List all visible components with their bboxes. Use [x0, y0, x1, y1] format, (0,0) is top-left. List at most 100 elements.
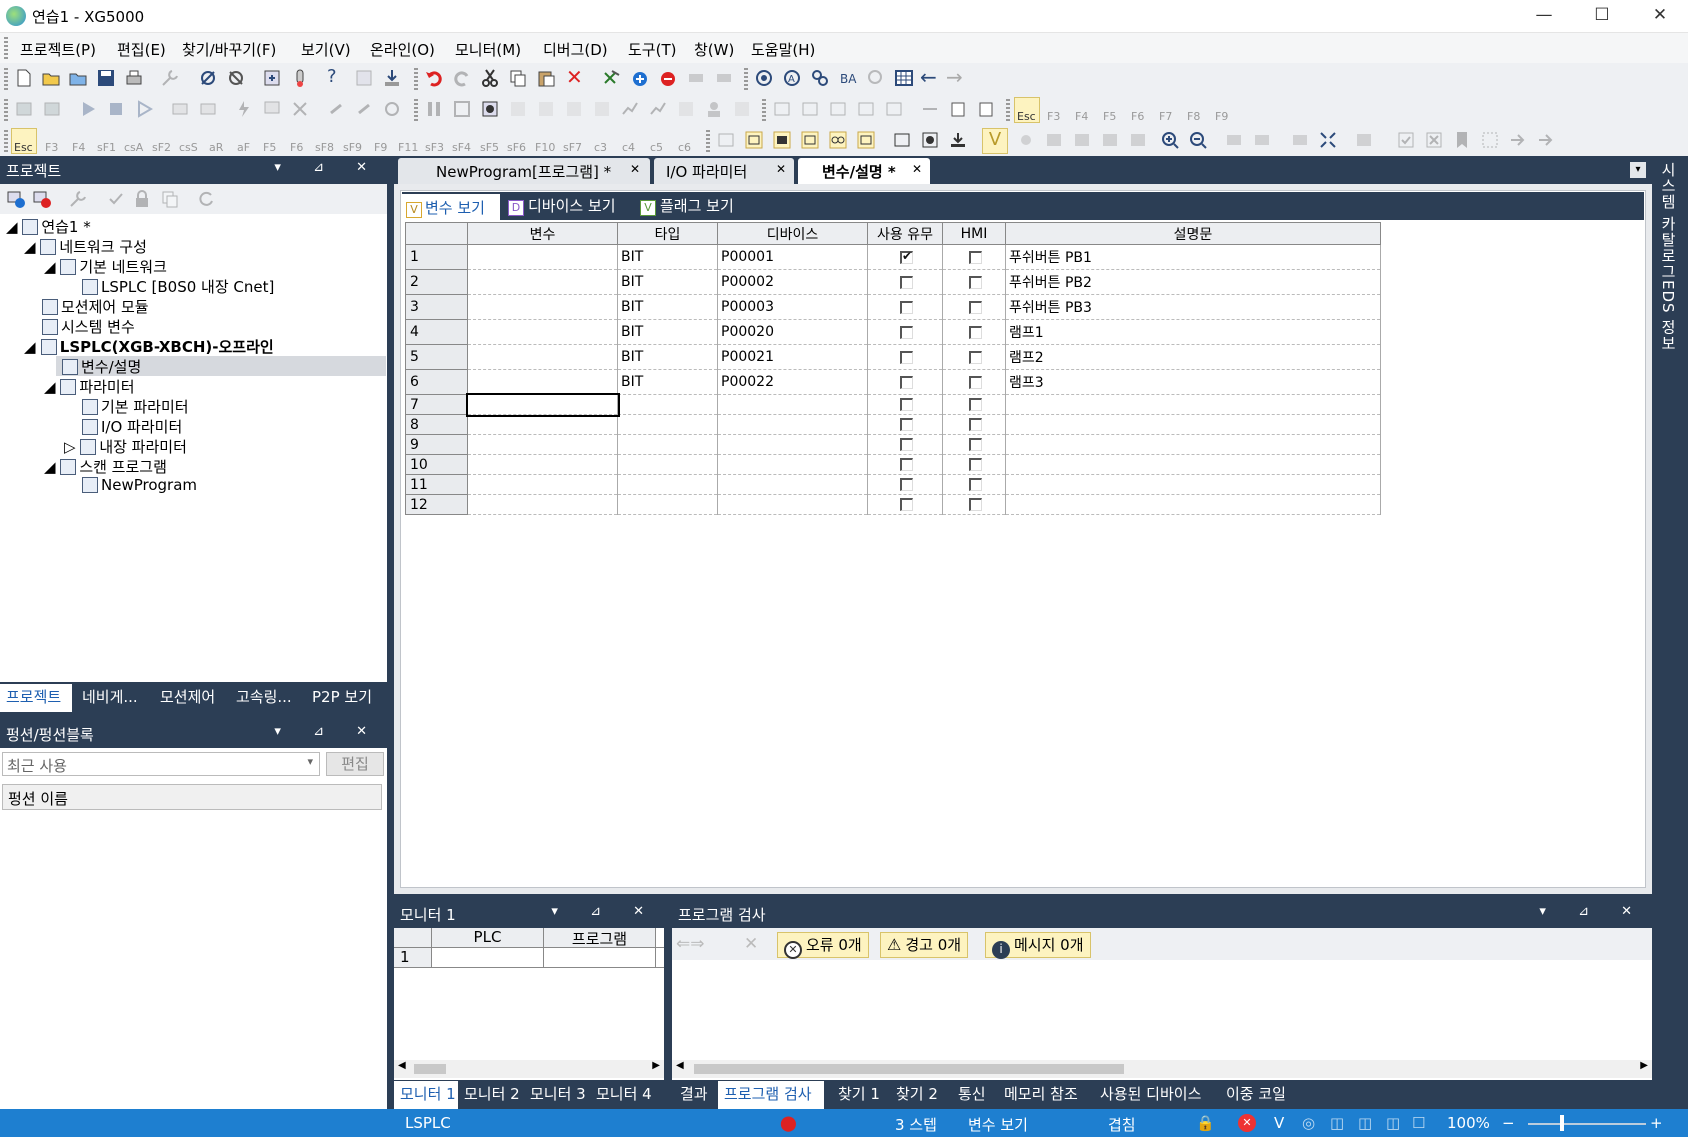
table-row[interactable]: 10	[405, 454, 1381, 475]
variable-cell[interactable]	[467, 294, 618, 320]
variable-cell[interactable]	[467, 474, 618, 495]
tab-find-1[interactable]: 찾기 1	[838, 1081, 880, 1109]
esc-key-button[interactable]: Esc	[11, 128, 37, 154]
type-cell[interactable]	[617, 414, 718, 435]
used-cell[interactable]	[867, 394, 943, 415]
variable-cell[interactable]	[467, 244, 618, 270]
ladder-tool-icon[interactable]	[948, 99, 968, 119]
bookmark-icon[interactable]	[1452, 130, 1472, 150]
plc-icon[interactable]	[170, 99, 190, 119]
cut-icon[interactable]	[480, 68, 500, 88]
table-row[interactable]: 1 BITP00001 푸쉬버튼 PB1	[405, 244, 1381, 270]
used-cell[interactable]	[867, 294, 943, 320]
description-cell[interactable]	[1005, 454, 1381, 475]
paste-icon[interactable]	[536, 68, 556, 88]
function-combo[interactable]: 최근 사용 ▾	[2, 752, 320, 776]
view-tool-icon[interactable]	[1016, 130, 1036, 150]
menu-help[interactable]: 도움말(H)	[751, 39, 815, 60]
tab-highspeed[interactable]: 고속링...	[236, 684, 292, 712]
tab-list-dropdown[interactable]: ▾	[1630, 162, 1646, 178]
device-cell[interactable]: P00020	[717, 319, 868, 345]
tab-monitor-1[interactable]: 모니터 1	[394, 1081, 458, 1109]
uncheck-icon[interactable]	[1424, 130, 1444, 150]
zoom-in-button[interactable]: +	[1650, 1114, 1663, 1132]
menu-debug[interactable]: 디버그(D)	[543, 39, 608, 60]
panel-controls[interactable]: ▾ ⊿ ✕	[551, 904, 658, 919]
used-checkbox[interactable]	[900, 375, 913, 389]
tab-double-coil[interactable]: 이중 코일	[1226, 1081, 1286, 1109]
monitor-settings-icon[interactable]	[480, 99, 500, 119]
grid-icon[interactable]	[894, 68, 914, 88]
tab-memory-reference[interactable]: 메모리 참조	[1004, 1081, 1078, 1109]
panel-controls[interactable]: ▾ ⊿ ✕	[274, 160, 381, 175]
description-cell[interactable]: 푸쉬버튼 PB2	[1005, 269, 1381, 295]
hmi-cell[interactable]	[942, 414, 1006, 435]
device-cell[interactable]	[717, 454, 868, 475]
check-icon[interactable]	[1396, 130, 1416, 150]
zoom-icon[interactable]	[866, 68, 886, 88]
panel-controls[interactable]: ▾ ⊿ ✕	[274, 724, 381, 739]
check-icon[interactable]	[106, 189, 126, 209]
fkey-button[interactable]: F4	[72, 141, 85, 154]
minimize-button[interactable]: —	[1516, 0, 1572, 32]
open-project-icon[interactable]	[68, 68, 88, 88]
close-tab-icon[interactable]: ✕	[630, 162, 640, 176]
description-cell[interactable]: 램프2	[1005, 344, 1381, 370]
redo-icon[interactable]	[452, 68, 472, 88]
description-cell[interactable]: 램프1	[1005, 319, 1381, 345]
online-icon[interactable]	[14, 99, 34, 119]
view-tool-icon[interactable]	[1290, 130, 1310, 150]
hmi-checkbox[interactable]	[969, 300, 982, 314]
menu-project[interactable]: 프로젝트(P)	[20, 39, 96, 60]
tree-builtin-param[interactable]: ▷ 내장 파라미터	[64, 436, 187, 457]
tab-monitor-4[interactable]: 모니터 4	[596, 1081, 652, 1109]
device-cell[interactable]: P00001	[717, 244, 868, 270]
save-icon[interactable]	[96, 68, 116, 88]
variable-cell[interactable]	[467, 369, 618, 395]
tab-program-check[interactable]: 프로그램 검사	[718, 1081, 824, 1109]
toolbar-grip[interactable]	[744, 68, 748, 90]
description-cell[interactable]	[1005, 394, 1381, 415]
description-cell[interactable]: 램프3	[1005, 369, 1381, 395]
fkey-button[interactable]: csA	[124, 141, 143, 154]
type-cell[interactable]: BIT	[617, 269, 718, 295]
compile-icon[interactable]	[754, 68, 774, 88]
hmi-checkbox[interactable]	[969, 250, 982, 264]
monitor-tool-icon[interactable]	[508, 99, 528, 119]
type-cell[interactable]: BIT	[617, 344, 718, 370]
view-tool-icon[interactable]	[828, 130, 848, 150]
fkey-button[interactable]: sF8	[315, 141, 334, 154]
toolbar-grip[interactable]	[414, 99, 418, 121]
type-cell[interactable]	[617, 434, 718, 455]
monitor-tool-icon[interactable]	[676, 99, 696, 119]
zoom-out-button[interactable]: −	[1502, 1114, 1515, 1132]
toolbar-grip[interactable]	[4, 99, 8, 121]
description-cell[interactable]	[1005, 414, 1381, 435]
menu-window[interactable]: 창(W)	[694, 39, 734, 60]
table-row[interactable]: 7	[405, 392, 1381, 417]
tree-plc[interactable]: ◢ LSPLC(XGB-XBCH)-오프라인	[24, 336, 274, 357]
column-header-variable[interactable]: 변수	[467, 222, 618, 245]
variable-cell[interactable]	[467, 269, 618, 295]
hmi-cell[interactable]	[942, 474, 1006, 495]
f4-key-button[interactable]: F4	[1075, 110, 1088, 123]
f7-key-button[interactable]: F7	[1159, 110, 1172, 123]
status-tool-icon[interactable]: ◎	[1302, 1114, 1315, 1132]
fkey-button[interactable]: F3	[45, 141, 58, 154]
tab-p2p[interactable]: P2P 보기	[312, 684, 372, 712]
tab-find-2[interactable]: 찾기 2	[896, 1081, 938, 1109]
link-icon[interactable]	[354, 99, 374, 119]
view-tool-icon[interactable]	[1100, 130, 1120, 150]
hmi-cell[interactable]	[942, 394, 1006, 415]
f8-key-button[interactable]: F8	[1187, 110, 1200, 123]
tab-motion[interactable]: 모션제어	[160, 684, 215, 712]
column-header-type[interactable]: 타입	[617, 222, 718, 245]
description-cell[interactable]: 푸쉬버튼 PB3	[1005, 294, 1381, 320]
menu-monitor[interactable]: 모니터(M)	[455, 39, 521, 60]
variable-status-icon[interactable]: V	[1274, 1114, 1284, 1132]
used-cell[interactable]	[867, 414, 943, 435]
description-cell[interactable]: 푸쉬버튼 PB1	[1005, 244, 1381, 270]
context-help-icon[interactable]	[354, 68, 374, 88]
used-cell[interactable]	[867, 474, 943, 495]
table-row[interactable]: 9	[405, 434, 1381, 455]
